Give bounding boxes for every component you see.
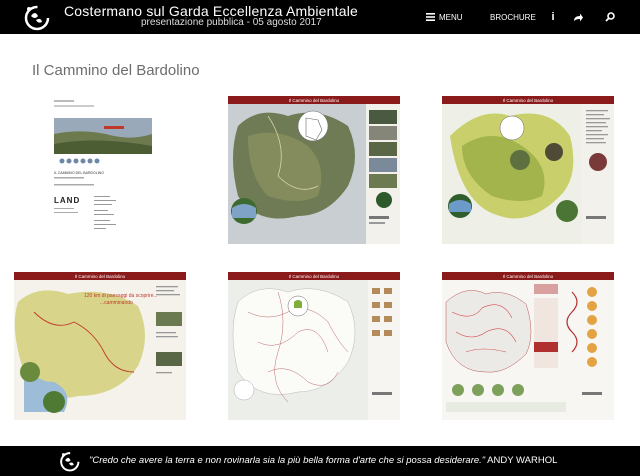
gallery-thumb-map-detail[interactable]: Il Cammino del Bardolino (442, 272, 614, 420)
map-caption-line1: 120 km di paesaggi da scoprire... (84, 293, 158, 299)
footer-bar: "Credo che avere la terra e non rovinarl… (0, 446, 640, 476)
map-detail-image: Il Cammino del Bardolino (442, 272, 614, 420)
map-caption-line2: ...camminando (100, 300, 133, 306)
info-icon: i (551, 11, 555, 23)
share-button[interactable] (568, 0, 588, 34)
map-lines-image: Il Cammino del Bardolino (228, 272, 400, 420)
cover-logo-text: LAND (54, 196, 80, 205)
site-subtitle: presentazione pubblica - 05 agosto 2017 (141, 17, 322, 28)
header-bar: Costermano sul Garda Eccellenza Ambienta… (0, 0, 640, 34)
site-logo-icon[interactable] (22, 3, 50, 31)
quote-text: "Credo che avere la terra e non rovinarl… (89, 455, 486, 466)
gallery-thumb-map-illustrated[interactable]: Il Cammino del Bardolino 120 km di paesa… (14, 272, 186, 420)
banner-text: Il Cammino del Bardolino (75, 274, 126, 279)
footer-quote: "Credo che avere la terra e non rovinarl… (89, 455, 557, 466)
cover-image: IL CAMMINO DEL BARDOLINO LAND (14, 96, 186, 244)
menu-label: MENU (439, 12, 463, 22)
page-title: Il Cammino del Bardolino (32, 62, 200, 79)
search-button[interactable] (600, 0, 620, 34)
gallery-thumb-map-lines[interactable]: Il Cammino del Bardolino (228, 272, 400, 420)
hamburger-icon (426, 13, 435, 21)
banner-text: Il Cammino del Bardolino (289, 274, 340, 279)
brochure-button[interactable]: BROCHURE (490, 0, 536, 34)
share-icon (574, 13, 583, 21)
menu-button[interactable]: MENU (426, 0, 463, 34)
search-icon (605, 12, 615, 22)
cover-title-text: IL CAMMINO DEL BARDOLINO (54, 171, 104, 175)
quote-author: ANDY WARHOL (487, 455, 558, 466)
banner-text: Il Cammino del Bardolino (503, 98, 554, 103)
gallery-thumb-cover[interactable]: IL CAMMINO DEL BARDOLINO LAND (14, 96, 186, 244)
footer-logo-icon (60, 452, 80, 472)
gallery-thumb-map-satellite[interactable]: Il Cammino del Bardolino (228, 96, 400, 244)
banner-text: Il Cammino del Bardolino (503, 274, 554, 279)
map-illustrated-image: Il Cammino del Bardolino 120 km di paesa… (14, 272, 186, 420)
map-vineyards-image: Il Cammino del Bardolino (442, 96, 614, 244)
brochure-label: BROCHURE (490, 12, 536, 22)
map-satellite-image: Il Cammino del Bardolino (228, 96, 400, 244)
gallery-thumb-map-vineyards[interactable]: Il Cammino del Bardolino (442, 96, 614, 244)
info-button[interactable]: i (543, 0, 563, 34)
banner-text: Il Cammino del Bardolino (289, 98, 340, 103)
